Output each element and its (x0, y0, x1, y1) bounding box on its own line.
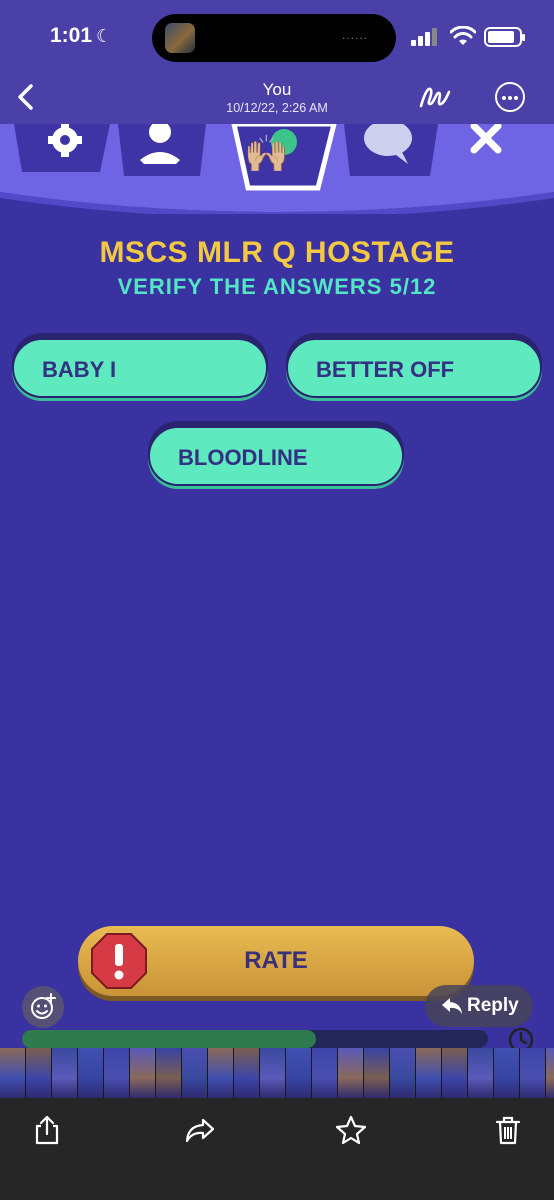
battery-icon (484, 27, 525, 47)
now-playing-thumbnail (165, 23, 195, 53)
reply-button[interactable]: Reply (425, 985, 533, 1027)
filmstrip-thumbnail[interactable] (104, 1048, 130, 1098)
trash-icon[interactable] (492, 1114, 524, 1146)
add-reaction-icon (31, 993, 56, 1019)
filmstrip-thumbnail[interactable] (546, 1048, 554, 1098)
answer-button[interactable]: BLOODLINE (148, 426, 404, 486)
filmstrip-thumbnail[interactable] (78, 1048, 104, 1098)
wifi-icon (450, 26, 476, 45)
filmstrip-thumbnail[interactable] (312, 1048, 338, 1098)
filmstrip-thumbnail[interactable] (26, 1048, 52, 1098)
reply-arrow-icon (442, 998, 462, 1014)
island-indicator: ...... (341, 28, 368, 42)
game-subtitle: VERIFY THE ANSWERS 5/12 (117, 274, 437, 299)
filmstrip-thumbnail[interactable] (208, 1048, 234, 1098)
answer-button[interactable]: BABY I (12, 338, 268, 398)
video-progress-bar[interactable] (22, 1030, 488, 1048)
filmstrip-thumbnail[interactable] (234, 1048, 260, 1098)
more-icon[interactable] (495, 82, 525, 112)
exclamation-warning-icon (91, 933, 147, 989)
thumbnail-filmstrip[interactable] (0, 1048, 554, 1098)
answer-button[interactable]: BETTER OFF (286, 338, 542, 398)
forward-icon[interactable] (184, 1114, 216, 1146)
viewer-header-area: 1:01 ☾ ...... You 10/12/22, 2:26 AM (0, 0, 554, 128)
markup-pen-icon[interactable] (418, 82, 452, 112)
cellular-signal-icon (411, 28, 437, 46)
filmstrip-thumbnail[interactable] (156, 1048, 182, 1098)
favorite-star-icon[interactable] (335, 1114, 367, 1146)
filmstrip-thumbnail[interactable] (286, 1048, 312, 1098)
filmstrip-thumbnail[interactable] (260, 1048, 286, 1098)
filmstrip-thumbnail[interactable] (130, 1048, 156, 1098)
game-nav-bar: 🙌🏼 (0, 124, 554, 214)
moon-icon: ☾ (96, 26, 113, 46)
game-title: MSCS MLR Q HOSTAGE (99, 236, 455, 269)
viewer-timestamp: 10/12/22, 2:26 AM (226, 101, 328, 115)
share-icon[interactable] (31, 1114, 63, 1146)
filmstrip-thumbnail[interactable] (182, 1048, 208, 1098)
add-reaction-button[interactable] (22, 986, 64, 1028)
filmstrip-thumbnail[interactable] (442, 1048, 468, 1098)
filmstrip-thumbnail[interactable] (390, 1048, 416, 1098)
filmstrip-thumbnail[interactable] (494, 1048, 520, 1098)
reply-label: Reply (467, 995, 519, 1016)
filmstrip-thumbnail[interactable] (338, 1048, 364, 1098)
video-progress-fill (22, 1030, 316, 1048)
bottom-toolbar (0, 1098, 554, 1200)
filmstrip-thumbnail[interactable] (52, 1048, 78, 1098)
viewer-title: You (262, 80, 292, 99)
filmstrip-thumbnail[interactable] (364, 1048, 390, 1098)
dynamic-island[interactable]: ...... (152, 14, 396, 62)
filmstrip-thumbnail[interactable] (416, 1048, 442, 1098)
filmstrip-thumbnail[interactable] (0, 1048, 26, 1098)
filmstrip-thumbnail[interactable] (520, 1048, 546, 1098)
status-time: 1:01 (50, 24, 93, 47)
waving-hands-icon: 🙌🏼 (244, 134, 289, 175)
filmstrip-thumbnail[interactable] (468, 1048, 494, 1098)
